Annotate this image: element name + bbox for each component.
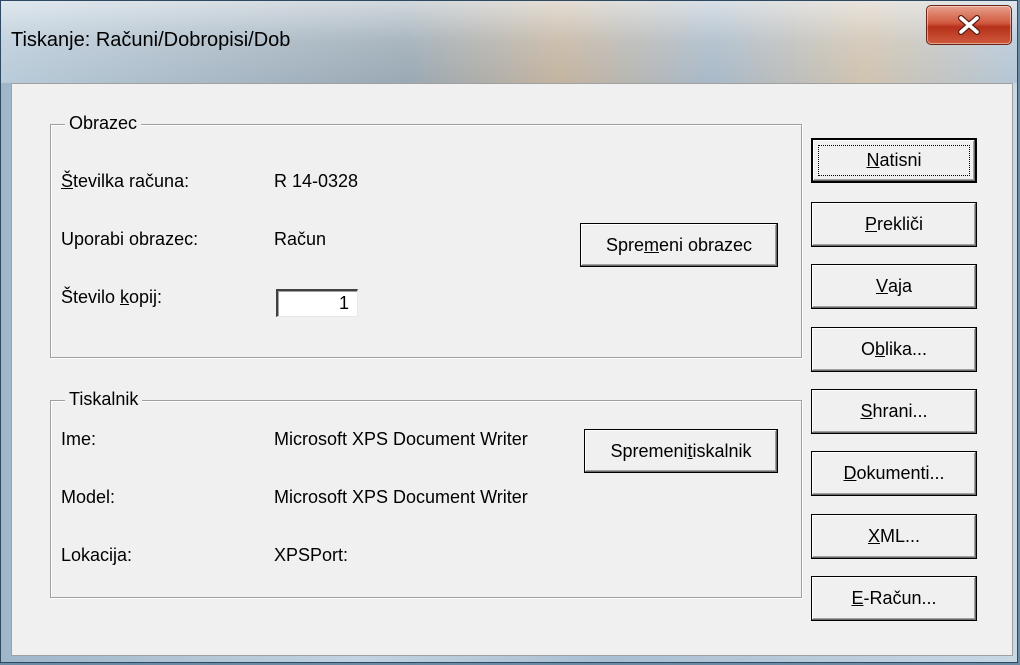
title-bar[interactable]: Tiskanje: Računi/Dobropisi/Dob bbox=[1, 1, 1017, 83]
dialog-client-area: Obrazec Številka računa: R 14-0328 Upora… bbox=[11, 83, 1013, 656]
printer-location-value: XPSPort: bbox=[274, 545, 349, 565]
layout-button[interactable]: Ob lika... bbox=[811, 327, 977, 372]
layout-button-before: O bbox=[860, 339, 875, 359]
printer-name-value: Microsoft XPS Document Writer bbox=[274, 429, 528, 449]
printer-name-label: Ime: bbox=[61, 429, 97, 449]
change-printer-button[interactable]: Spremeni t iskalnik bbox=[584, 429, 778, 473]
form-group-title: Obrazec bbox=[65, 113, 142, 134]
cancel-button-accel: P bbox=[864, 214, 877, 234]
copies-label-before: Število bbox=[61, 287, 121, 307]
layout-button-accel: b bbox=[874, 339, 885, 359]
invoice-number-label: Številka računa: bbox=[61, 171, 189, 192]
window-title: Tiskanje: Računi/Dobropisi/Dob bbox=[11, 29, 291, 51]
e-invoice-button-accel: E bbox=[851, 588, 864, 608]
change-form-accel: m bbox=[643, 234, 659, 255]
documents-button-accel: D bbox=[843, 463, 857, 483]
printer-location-label: Lokacija: bbox=[61, 545, 133, 565]
save-button-after: hrani... bbox=[872, 401, 928, 421]
copies-input[interactable] bbox=[276, 289, 358, 317]
print-button[interactable]: Natisni bbox=[811, 138, 977, 183]
print-button-after: atisni bbox=[879, 150, 922, 170]
invoice-number-value: R 14-0328 bbox=[274, 171, 359, 191]
test-print-button-after: aja bbox=[887, 276, 913, 296]
e-invoice-button[interactable]: E -Račun... bbox=[811, 576, 977, 621]
change-printer-before: Spremeni bbox=[610, 440, 688, 461]
printer-model-value: Microsoft XPS Document Writer bbox=[274, 487, 528, 507]
change-printer-after: iskalnik bbox=[692, 440, 752, 461]
invoice-number-label-accel: Š bbox=[61, 171, 74, 191]
e-invoice-button-after: -Račun... bbox=[863, 588, 937, 608]
printer-model-label: Model: bbox=[61, 487, 116, 507]
documents-button[interactable]: Dokumenti... bbox=[811, 451, 977, 496]
xml-button-accel: X bbox=[867, 526, 880, 546]
test-print-button-accel: V bbox=[875, 276, 888, 296]
layout-button-after: lika... bbox=[885, 339, 928, 359]
cancel-button-after: rekliči bbox=[877, 214, 924, 234]
print-dialog-window: Tiskanje: Računi/Dobropisi/Dob Obrazec Š… bbox=[0, 0, 1018, 663]
use-form-label: Uporabi obrazec: bbox=[61, 229, 199, 249]
change-form-button[interactable]: Spre m eni obrazec bbox=[580, 223, 778, 267]
invoice-number-label-rest: tevilka računa: bbox=[73, 171, 190, 191]
xml-button[interactable]: X ML... bbox=[811, 514, 977, 559]
close-button[interactable] bbox=[926, 5, 1012, 45]
use-form-value: Račun bbox=[274, 229, 327, 249]
save-button[interactable]: Shrani... bbox=[811, 389, 977, 434]
test-print-button[interactable]: Vaja bbox=[811, 264, 977, 309]
copies-label-after: opij: bbox=[129, 287, 163, 307]
printer-group-title: Tiskalnik bbox=[65, 389, 143, 410]
print-button-accel: N bbox=[866, 150, 880, 170]
xml-button-after: ML... bbox=[880, 526, 921, 546]
save-button-accel: S bbox=[860, 401, 873, 421]
change-form-after: eni obrazec bbox=[658, 234, 753, 255]
change-form-before: Spre bbox=[605, 234, 644, 255]
copies-label-accel: k bbox=[120, 287, 130, 307]
cancel-button[interactable]: Prekliči bbox=[811, 202, 977, 247]
copies-label: Število kopij: bbox=[61, 287, 162, 308]
close-icon bbox=[958, 15, 980, 35]
documents-button-after: okumenti... bbox=[856, 463, 945, 483]
